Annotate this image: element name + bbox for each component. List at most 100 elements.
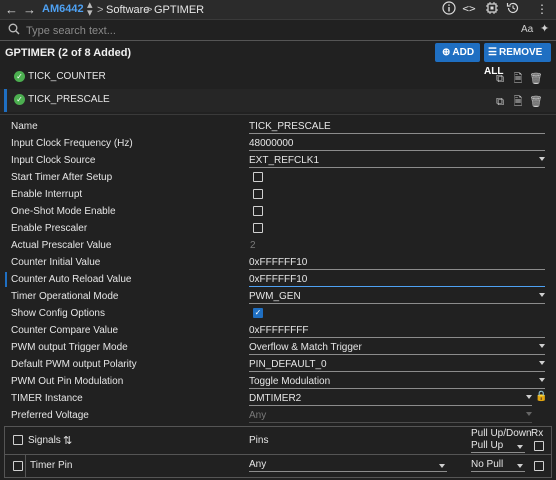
- search-input[interactable]: [26, 22, 496, 39]
- property-label: Counter Auto Reload Value: [11, 274, 132, 285]
- property-input[interactable]: 0xFFFFFFFF: [249, 323, 545, 338]
- property-input[interactable]: 48000000: [249, 136, 545, 151]
- property-select[interactable]: PIN_DEFAULT_0: [249, 357, 545, 372]
- property-row-counter-compare-value: Counter Compare Value 0xFFFFFFFF: [0, 322, 556, 339]
- property-row-timer-instance: TIMER Instance DMTIMER2 🔒: [0, 390, 556, 407]
- magic-wand-icon[interactable]: ✦: [540, 22, 549, 35]
- instance-label: TICK_COUNTER: [28, 71, 106, 82]
- instance-item-tick-counter[interactable]: ✓ TICK_COUNTER ⧉ 🗎 🗑: [0, 66, 556, 89]
- property-row-enable-interrupt: Enable Interrupt: [0, 186, 556, 203]
- add-button[interactable]: ⊕ ADD: [435, 43, 480, 62]
- chevron-down-icon: [517, 445, 523, 449]
- property-input[interactable]: 0xFFFFFF10: [249, 272, 545, 287]
- property-row-counter-auto-reload-value: Counter Auto Reload Value 0xFFFFFF10: [0, 271, 556, 288]
- device-updown-icon[interactable]: ▴ ▾: [87, 0, 93, 19]
- property-input[interactable]: TICK_PRESCALE: [249, 119, 545, 134]
- rx-all-checkbox[interactable]: [534, 441, 544, 451]
- code-view-icon[interactable]: <>: [461, 1, 477, 17]
- export-file-icon[interactable]: 🗎: [509, 70, 527, 89]
- breadcrumb-gptimer[interactable]: GPTIMER: [154, 4, 204, 16]
- property-select: Any: [249, 408, 532, 423]
- property-select[interactable]: Toggle Modulation: [249, 374, 545, 389]
- property-row-input-clock-source: Input Clock Source EXT_REFCLK1: [0, 152, 556, 169]
- property-checkbox[interactable]: [253, 189, 263, 199]
- property-label: One-Shot Mode Enable: [11, 206, 116, 217]
- search-bar: Aa ✦: [0, 20, 556, 41]
- property-input[interactable]: 0xFFFFFF10: [249, 255, 545, 270]
- property-row-start-timer-after-setup: Start Timer After Setup: [0, 169, 556, 186]
- pin-value: Any: [249, 459, 267, 470]
- property-label: Counter Compare Value: [11, 325, 119, 336]
- delete-icon[interactable]: 🗑: [527, 72, 545, 85]
- delete-icon[interactable]: 🗑: [527, 95, 545, 108]
- property-label: PWM output Trigger Mode: [11, 342, 128, 353]
- breadcrumb-separator-icon: >: [97, 4, 104, 16]
- match-case-toggle[interactable]: Aa: [521, 24, 533, 35]
- property-row-timer-operational-mode: Timer Operational Mode PWM_GEN: [0, 288, 556, 305]
- col-pull-up-down: Pull Up/Down: [471, 428, 532, 439]
- property-select[interactable]: DMTIMER2: [249, 391, 532, 406]
- property-label: Show Config Options: [11, 308, 105, 319]
- device-selector[interactable]: AM6442: [42, 3, 84, 15]
- lock-icon[interactable]: 🔒: [535, 391, 547, 402]
- chevron-down-icon: [439, 464, 445, 468]
- col-rx: Rx: [531, 428, 544, 439]
- property-checkbox[interactable]: ✓: [253, 308, 263, 318]
- info-icon[interactable]: [441, 1, 457, 17]
- property-row-preferred-voltage: Preferred Voltage Any: [0, 407, 556, 424]
- row-checkbox[interactable]: [13, 461, 23, 471]
- property-row-enable-prescaler: Enable Prescaler: [0, 220, 556, 237]
- property-label: Input Clock Source: [11, 155, 96, 166]
- copy-icon[interactable]: ⧉: [491, 96, 509, 109]
- copy-icon[interactable]: ⧉: [491, 73, 509, 86]
- chevron-down-icon: [526, 395, 532, 399]
- chevron-down-icon: [539, 157, 545, 161]
- breadcrumb-software[interactable]: Software: [106, 4, 149, 16]
- more-vertical-icon[interactable]: ⋮: [534, 1, 550, 17]
- pull-select[interactable]: No Pull: [471, 459, 525, 472]
- instance-label: TICK_PRESCALE: [28, 94, 110, 105]
- chevron-down-icon: [539, 378, 545, 382]
- property-label: Timer Operational Mode: [11, 291, 119, 302]
- property-label: PWM Out Pin Modulation: [11, 376, 124, 387]
- property-row-pwm-out-pin-modulation: PWM Out Pin Modulation Toggle Modulation: [0, 373, 556, 390]
- check-circle-icon: ✓: [14, 94, 25, 105]
- property-label: TIMER Instance: [11, 393, 83, 404]
- property-label: Input Clock Frequency (Hz): [11, 138, 133, 149]
- table-row: Timer Pin Any No Pull: [5, 455, 551, 478]
- pin-select[interactable]: Any: [249, 459, 447, 472]
- divider: [0, 114, 556, 115]
- property-row-default-pwm-output-polarity: Default PWM output Polarity PIN_DEFAULT_0: [0, 356, 556, 373]
- property-select[interactable]: EXT_REFCLK1: [249, 153, 545, 168]
- property-label: Preferred Voltage: [11, 410, 89, 421]
- pins-table-header: Signals ⇅ Pins Pull Up/Down Pull Up Rx: [5, 427, 551, 455]
- property-checkbox[interactable]: [253, 223, 263, 233]
- pull-value: No Pull: [471, 459, 504, 470]
- property-checkbox[interactable]: [253, 172, 263, 182]
- module-title: GPTIMER (2 of 8 Added): [5, 47, 132, 59]
- sort-icon[interactable]: ⇅: [63, 434, 72, 447]
- pull-all-select[interactable]: Pull Up: [471, 440, 525, 453]
- property-readonly-value: 2: [250, 240, 256, 251]
- select-all-checkbox[interactable]: [13, 435, 23, 445]
- property-row-name: Name TICK_PRESCALE: [0, 118, 556, 135]
- forward-arrow-icon[interactable]: →: [23, 2, 36, 17]
- property-select[interactable]: Overflow & Match Trigger: [249, 340, 545, 355]
- back-arrow-icon[interactable]: ←: [5, 2, 18, 17]
- history-icon[interactable]: [505, 1, 521, 17]
- chip-icon[interactable]: [484, 1, 500, 17]
- rx-checkbox[interactable]: [534, 461, 544, 471]
- property-label: Name: [11, 121, 38, 132]
- remove-all-button[interactable]: ☰ REMOVE ALL: [484, 43, 551, 77]
- property-row-show-config-options: Show Config Options ✓: [0, 305, 556, 322]
- col-signals: Signals: [28, 435, 61, 446]
- instance-item-tick-prescale[interactable]: ✓ TICK_PRESCALE ⧉ 🗎 🗑: [0, 89, 556, 112]
- property-row-actual-prescaler-value: Actual Prescaler Value 2: [0, 237, 556, 254]
- property-label: Default PWM output Polarity: [11, 359, 137, 370]
- add-button-label: ADD: [452, 47, 475, 58]
- chevron-down-icon: [539, 361, 545, 365]
- export-file-icon[interactable]: 🗎: [509, 93, 527, 112]
- property-label: Enable Prescaler: [11, 223, 88, 234]
- property-select[interactable]: PWM_GEN: [249, 289, 545, 304]
- property-checkbox[interactable]: [253, 206, 263, 216]
